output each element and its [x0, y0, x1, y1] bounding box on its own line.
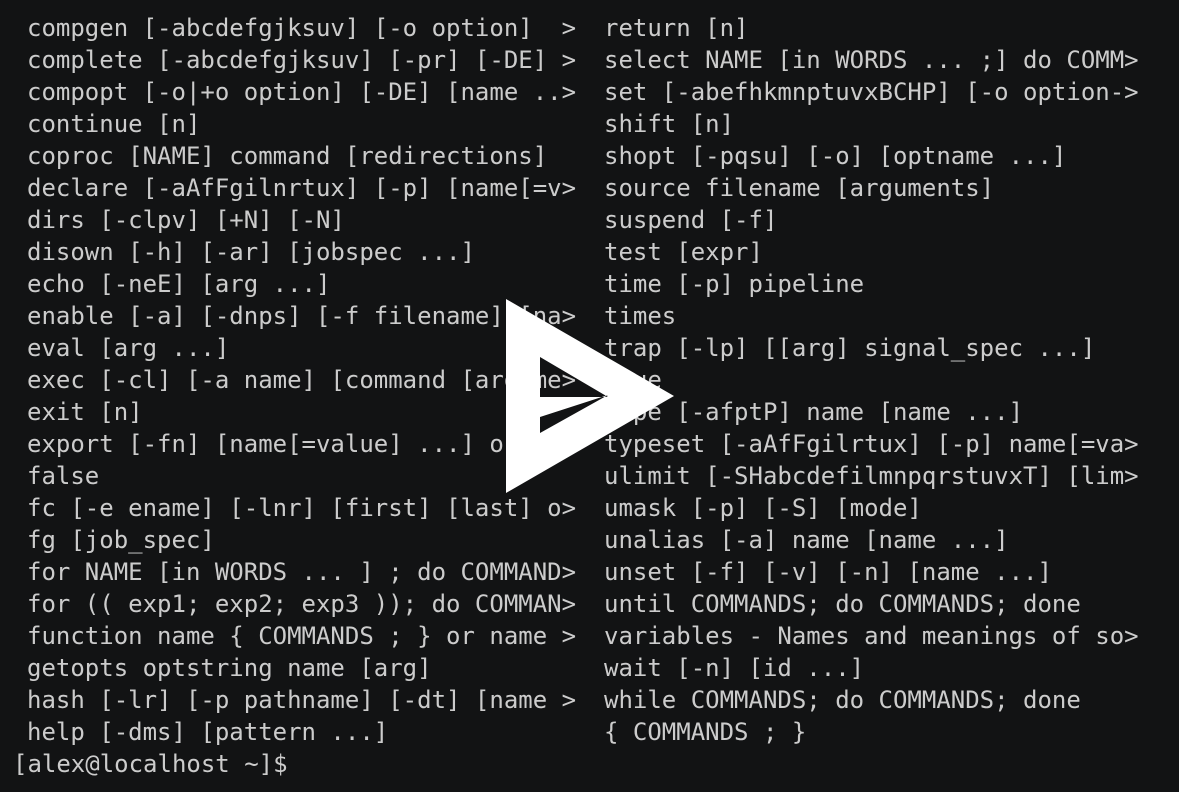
help-entry: { COMMANDS ; } — [604, 718, 807, 746]
help-entry: type [-afptP] name [name ...] — [604, 398, 1024, 426]
help-list-right-column: return [n] select NAME [in WORDS ... ;] d… — [604, 12, 1139, 748]
help-entry: declare [-aAfFgilnrtux] [-p] [name[=v> — [27, 174, 577, 202]
help-entry: enable [-a] [-dnps] [-f filename] [na> — [27, 302, 577, 330]
asciinema-play-icon — [506, 299, 674, 493]
help-entry: suspend [-f] — [604, 206, 778, 234]
help-entry: ulimit [-SHabcdefilmnpqrstuvxT] [lim> — [604, 462, 1139, 490]
shell-prompt[interactable]: [alex@localhost ~]$ — [13, 748, 288, 780]
help-entry: disown [-h] [-ar] [jobspec ...] — [27, 238, 475, 266]
play-button[interactable] — [506, 299, 674, 493]
help-entry: trap [-lp] [[arg] signal_spec ...] — [604, 334, 1096, 362]
help-entry: for (( exp1; exp2; exp3 )); do COMMAN> — [27, 590, 577, 618]
help-entry: set [-abefhkmnptuvxBCHP] [-o option-> — [604, 78, 1139, 106]
help-entry: exit [n] — [27, 398, 143, 426]
help-entry: export [-fn] [name[=value] ...] or ex> — [27, 430, 577, 458]
help-entry: false — [27, 462, 100, 490]
help-entry: true — [604, 364, 1139, 396]
help-entry: unset [-f] [-v] [-n] [name ...] — [604, 558, 1052, 586]
help-entry: select NAME [in WORDS ... ;] do COMM> — [604, 46, 1139, 74]
help-entry: coproc [NAME] command [redirections] — [27, 142, 548, 170]
help-entry: wait [-n] [id ...] — [604, 654, 865, 682]
help-entry: dirs [-clpv] [+N] [-N] — [27, 206, 345, 234]
help-entry: shift [n] — [604, 110, 735, 138]
help-entry: variables - Names and meanings of so> — [604, 622, 1139, 650]
help-entry: return [n] — [604, 14, 749, 42]
help-entry: time [-p] pipeline — [604, 270, 865, 298]
help-entry: until COMMANDS; do COMMANDS; done — [604, 590, 1081, 618]
help-entry: getopts optstring name [arg] — [27, 654, 432, 682]
help-entry: while COMMANDS; do COMMANDS; done — [604, 686, 1081, 714]
help-entry: shopt [-pqsu] [-o] [optname ...] — [604, 142, 1067, 170]
help-entry: compopt [-o|+o option] [-DE] [name ..> — [27, 78, 577, 106]
help-entry: continue [n] — [27, 110, 201, 138]
help-entry: times — [604, 302, 677, 330]
help-entry: complete [-abcdefgjksuv] [-pr] [-DE] > — [27, 46, 577, 74]
help-list-left-column: compgen [-abcdefgjksuv] [-o option] > com… — [27, 12, 576, 748]
help-entry: eval [arg ...] — [27, 334, 230, 362]
help-entry: unalias [-a] name [name ...] — [604, 526, 1009, 554]
help-entry: function name { COMMANDS ; } or name > — [27, 622, 577, 650]
help-entry: for NAME [in WORDS ... ] ; do COMMAND> — [27, 558, 577, 586]
help-entry: umask [-p] [-S] [mode] — [604, 494, 922, 522]
help-entry: help [-dms] [pattern ...] — [27, 718, 389, 746]
help-entry: test [expr] — [604, 238, 763, 266]
help-entry: compgen [-abcdefgjksuv] [-o option] > — [27, 14, 577, 42]
help-entry: echo [-neE] [arg ...] — [27, 270, 331, 298]
help-entry: fg [job_spec] — [27, 526, 215, 554]
help-entry: hash [-lr] [-p pathname] [-dt] [name > — [27, 686, 577, 714]
help-entry: source filename [arguments] — [604, 174, 995, 202]
help-entry: typeset [-aAfFgilrtux] [-p] name[=va> — [604, 430, 1139, 458]
help-entry: fc [-e ename] [-lnr] [first] [last] o> — [27, 494, 577, 522]
help-entry: exec [-cl] [-a name] [command [argume> — [27, 366, 577, 394]
